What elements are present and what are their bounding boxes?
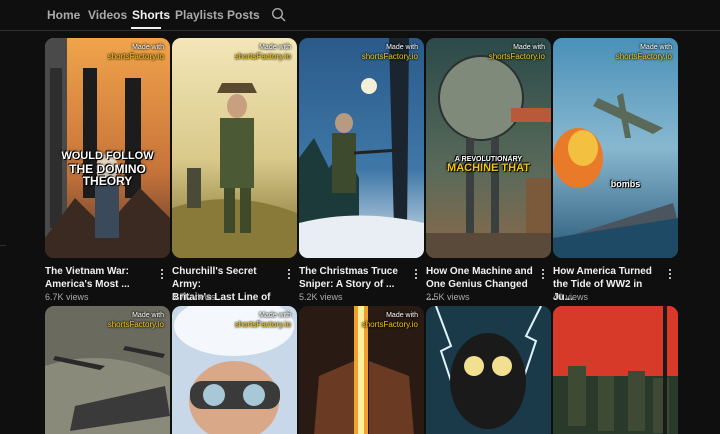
short-thumbnail[interactable]: Made with shortsFactory.io — [299, 38, 424, 258]
short-card: Made with shortsFactory.io — [45, 306, 170, 434]
thumbnail-caption: WOULD FOLLOW THE DOMINO THEORY — [45, 150, 170, 188]
short-card: Made with shortsFactory.io The Christmas… — [299, 38, 424, 302]
more-options-icon[interactable] — [412, 267, 420, 281]
channel-tabs: Home Videos Shorts Playlists Posts — [0, 0, 720, 31]
short-thumbnail[interactable]: Made with shortsFactory.io A REVOLUTIONA… — [426, 38, 551, 258]
view-count: 4.7K views — [172, 292, 216, 302]
active-tab-indicator — [131, 27, 161, 29]
more-options-icon[interactable] — [666, 267, 674, 281]
view-count: 5.2K views — [299, 292, 343, 302]
short-thumbnail[interactable]: Made with shortsFactory.io — [172, 306, 297, 434]
watermark: Made with shortsFactory.io — [234, 44, 291, 61]
view-count: 40 views — [553, 292, 589, 302]
thumbnail-caption: A REVOLUTIONARY MACHINE THAT — [447, 156, 530, 175]
view-count: 6.7K views — [45, 292, 89, 302]
short-card: Made with shortsFactory.io A REVOLUTIONA… — [426, 38, 551, 303]
more-options-icon[interactable] — [539, 267, 547, 281]
short-card — [426, 306, 551, 434]
short-card: Made with shortsFactory.io Churchill's S… — [172, 38, 297, 316]
short-thumbnail[interactable] — [426, 306, 551, 434]
short-thumbnail[interactable]: Made with shortsFactory.io WOULD FOLLOW … — [45, 38, 170, 258]
watermark: Made with shortsFactory.io — [361, 312, 418, 329]
thumbnail-caption: bombs — [610, 179, 641, 189]
divider — [0, 245, 6, 246]
shorts-grid-row: Made with shortsFactory.io WOULD FOLLOW … — [45, 38, 680, 316]
short-card: Made with shortsFactory.io — [299, 306, 424, 434]
watermark: Made with shortsFactory.io — [488, 44, 545, 61]
short-thumbnail[interactable] — [553, 306, 678, 434]
short-card: Made with shortsFactory.io bombs How Ame… — [553, 38, 678, 303]
tab-playlists[interactable]: Playlists — [175, 8, 224, 22]
more-options-icon[interactable] — [158, 267, 166, 281]
tab-shorts[interactable]: Shorts — [132, 8, 170, 22]
short-thumbnail[interactable]: Made with shortsFactory.io — [299, 306, 424, 434]
short-title[interactable]: The Vietnam War: America's Most ... — [45, 265, 153, 291]
short-title[interactable]: The Christmas Truce Sniper: A Story of .… — [299, 265, 407, 291]
short-thumbnail[interactable]: Made with shortsFactory.io bombs — [553, 38, 678, 258]
short-card — [553, 306, 678, 434]
short-thumbnail[interactable]: Made with shortsFactory.io — [172, 38, 297, 258]
tab-videos[interactable]: Videos — [88, 8, 127, 22]
tab-home[interactable]: Home — [47, 8, 80, 22]
watermark: Made with shortsFactory.io — [107, 312, 164, 329]
watermark: Made with shortsFactory.io — [234, 312, 291, 329]
watermark: Made with shortsFactory.io — [107, 44, 164, 61]
watermark: Made with shortsFactory.io — [615, 44, 672, 61]
search-icon[interactable] — [271, 7, 287, 23]
more-options-icon[interactable] — [285, 267, 293, 281]
view-count: 2.5K views — [426, 292, 470, 302]
short-thumbnail[interactable]: Made with shortsFactory.io — [45, 306, 170, 434]
short-card: Made with shortsFactory.io — [172, 306, 297, 434]
shorts-grid-row: Made with shortsFactory.io Made with sho… — [45, 306, 680, 434]
watermark: Made with shortsFactory.io — [361, 44, 418, 61]
tab-posts[interactable]: Posts — [227, 8, 260, 22]
short-card: Made with shortsFactory.io WOULD FOLLOW … — [45, 38, 170, 302]
